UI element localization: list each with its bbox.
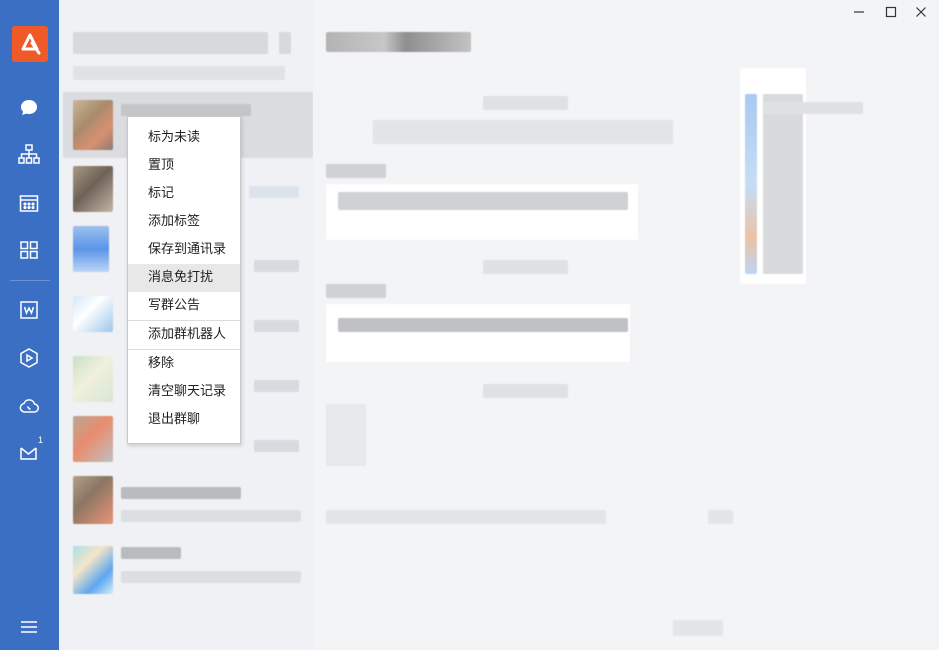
context-menu: 标为未读 置顶 标记 添加标签 保存到通讯录 消息免打扰 写群公告 添加群机器人…: [127, 116, 241, 444]
avatar: [73, 476, 113, 524]
message-bubble[interactable]: [326, 404, 366, 466]
cube-icon[interactable]: [15, 344, 43, 372]
app-logo: [12, 26, 48, 62]
list-item-title: [121, 487, 241, 499]
document-icon[interactable]: [15, 296, 43, 324]
mail-icon[interactable]: 1: [15, 435, 43, 465]
message-bubble[interactable]: [326, 304, 630, 362]
minimize-icon: [854, 11, 864, 13]
timestamp: [483, 96, 568, 110]
avatar: [73, 416, 113, 462]
maximize-button[interactable]: [880, 4, 902, 20]
message-text: [338, 192, 628, 210]
list-item[interactable]: [73, 66, 285, 80]
menu-item-flag[interactable]: 标记: [128, 180, 240, 208]
maximize-icon: [885, 6, 897, 18]
list-item-preview: [254, 440, 299, 452]
menu-item-mute[interactable]: 消息免打扰: [128, 264, 240, 292]
menu-item-save-to-contacts[interactable]: 保存到通讯录: [128, 236, 240, 264]
avatar: [73, 100, 113, 150]
list-item-preview: [249, 186, 299, 198]
system-message: [373, 120, 673, 144]
menu-item-write-announcement[interactable]: 写群公告: [128, 292, 240, 320]
org-chart-icon[interactable]: [15, 140, 43, 168]
member-names: [763, 94, 803, 274]
avatar: [73, 356, 113, 402]
list-item-title: [121, 547, 181, 559]
menu-item-add-bot[interactable]: 添加群机器人: [128, 321, 240, 349]
timestamp: [483, 384, 568, 398]
close-button[interactable]: [910, 4, 932, 20]
list-item-preview: [121, 571, 301, 583]
menu-item-mark-unread[interactable]: 标为未读: [128, 124, 240, 152]
menu-item-remove[interactable]: 移除: [128, 350, 240, 378]
logo-icon: [21, 33, 41, 55]
input-toolbar[interactable]: [673, 620, 723, 636]
member-names: [763, 102, 863, 114]
menu-item-leave-group[interactable]: 退出群聊: [128, 406, 240, 434]
menu-item-pin[interactable]: 置顶: [128, 152, 240, 180]
avatar: [73, 226, 109, 272]
system-message: [326, 510, 606, 524]
timestamp: [483, 260, 568, 274]
close-icon: [916, 7, 926, 17]
left-nav-rail: 1: [0, 0, 59, 650]
chat-panel: [313, 0, 939, 650]
calendar-icon[interactable]: [15, 189, 43, 217]
rail-divider: [10, 280, 50, 281]
list-item-preview: [254, 320, 299, 332]
chat-icon[interactable]: [15, 94, 43, 122]
member-avatars: [745, 94, 757, 274]
menu-item-add-tag[interactable]: 添加标签: [128, 208, 240, 236]
chat-title: [326, 32, 471, 52]
list-item-preview: [254, 380, 299, 392]
apps-grid-icon[interactable]: [15, 236, 43, 264]
mail-badge: 1: [37, 435, 43, 445]
list-item-preview: [254, 260, 299, 272]
avatar: [73, 296, 113, 332]
sender-name: [326, 164, 386, 178]
menu-item-clear-history[interactable]: 清空聊天记录: [128, 378, 240, 406]
menu-icon[interactable]: [15, 613, 43, 641]
system-message: [708, 510, 733, 524]
avatar: [73, 546, 113, 594]
search-bar[interactable]: [73, 32, 268, 54]
sender-name: [326, 284, 386, 298]
add-button[interactable]: [279, 32, 291, 54]
list-item-preview: [121, 510, 301, 522]
message-text: [338, 318, 628, 332]
minimize-button[interactable]: [848, 4, 870, 20]
cloud-phone-icon[interactable]: [15, 392, 43, 420]
avatar: [73, 166, 113, 212]
list-item-title: [121, 104, 251, 116]
